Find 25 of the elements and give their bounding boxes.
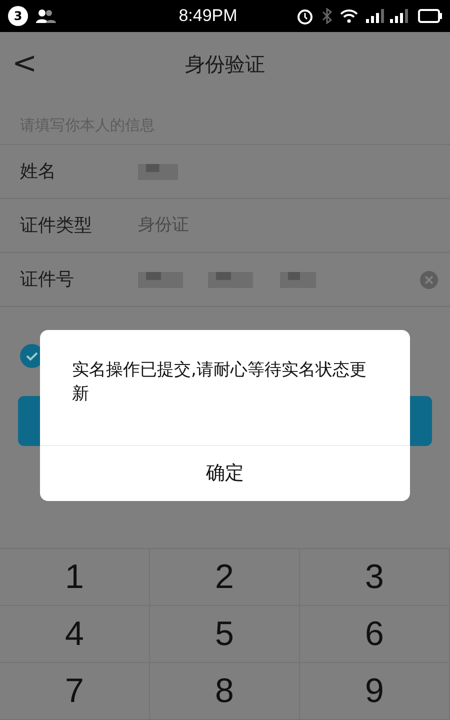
dialog-message: 实名操作已提交,请耐心等待实名状态更新 [72, 359, 368, 406]
field-label: 证件类型 [20, 214, 93, 238]
clock-time: 8:49PM [178, 5, 238, 28]
notification-badge: 3 [8, 6, 28, 26]
keypad-key[interactable]: 7 [0, 663, 150, 720]
page-title: 身份验证 [185, 51, 265, 78]
field-label: 证件号 [20, 268, 75, 292]
wifi-icon [340, 9, 358, 23]
back-button[interactable]: < [8, 49, 42, 79]
keypad-key[interactable]: 5 [150, 606, 300, 663]
bluetooth-icon [322, 8, 332, 24]
keypad-key[interactable]: 2 [150, 549, 300, 606]
alarm-icon [296, 7, 314, 25]
field-label: 姓名 [20, 160, 57, 184]
keypad-key[interactable]: 4 [0, 606, 150, 663]
keypad-key[interactable]: 6 [300, 606, 450, 663]
confirm-button[interactable]: 确定 [40, 445, 410, 501]
signal-icon [390, 9, 410, 23]
keypad-key[interactable]: 3 [300, 549, 450, 606]
keypad-key[interactable]: 8 [150, 663, 300, 720]
keypad-key[interactable]: 9 [300, 663, 450, 720]
signal-icon [366, 9, 386, 23]
battery-icon [418, 9, 442, 23]
people-icon [36, 9, 56, 23]
keypad-key[interactable]: 1 [0, 549, 150, 606]
